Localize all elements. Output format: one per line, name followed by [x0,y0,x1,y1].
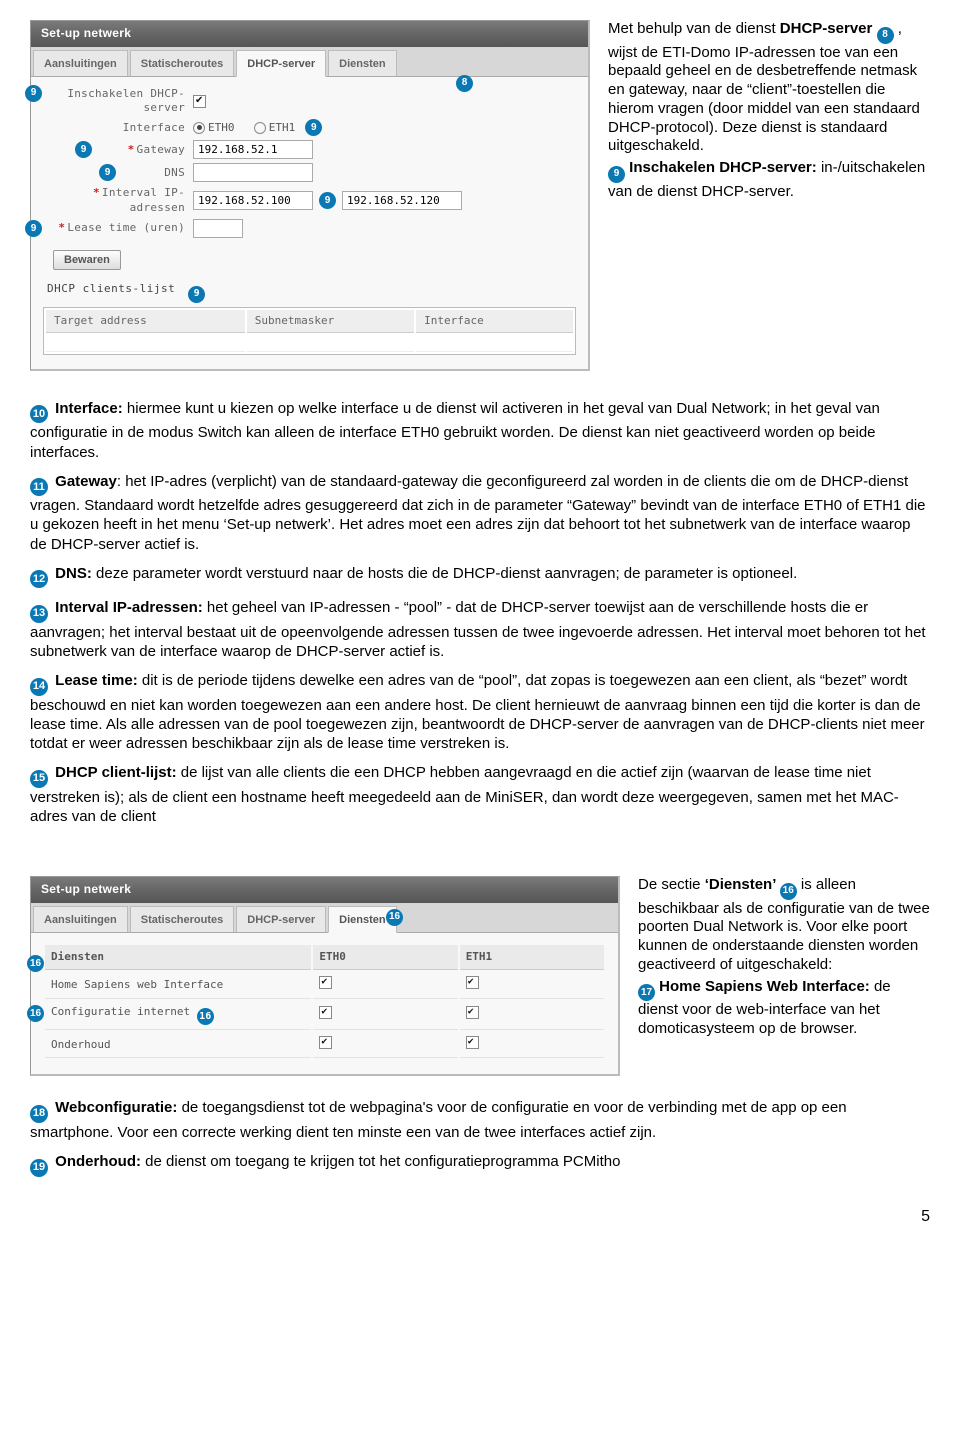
page-number: 5 [30,1207,930,1228]
row-config-internet: Configuratie internet 16 [45,1001,604,1031]
chk-hs-eth0[interactable] [319,976,332,989]
marker-9f: 9 [25,220,42,237]
marker-9a: 9 [25,85,42,102]
clients-table: Target address Subnetmasker Interface [43,307,576,355]
lbl-interface: Interface [43,121,193,135]
radio-eth1[interactable] [254,122,266,134]
col-eth1: ETH1 [460,945,604,970]
tab-connections[interactable]: Aansluitingen [33,50,128,76]
col-eth0: ETH0 [313,945,457,970]
marker-16c: 16 [27,1005,44,1022]
tab-services[interactable]: Diensten [328,50,396,76]
lbl-gateway: Gateway [137,143,185,156]
radio-eth0[interactable] [193,122,205,134]
side-text-dhcp: Met behulp van de dienst DHCP-server 8 ,… [608,20,930,371]
chk-ci-eth0[interactable] [319,1006,332,1019]
clients-list-title: DHCP clients-lijst [47,282,175,295]
chk-hs-eth1[interactable] [466,976,479,989]
enable-checkbox[interactable] [193,95,206,108]
marker-8-text: 8 [877,27,894,44]
tab2-static-routes[interactable]: Statischeroutes [130,906,235,932]
marker-9g: 9 [188,286,205,303]
dhcp-server-panel: Set-up netwerk Aansluitingen Statischero… [30,20,590,371]
marker-9e: 9 [319,192,336,209]
para-15: 15 DHCP client-lijst: de lijst van alle … [30,763,930,826]
lbl-enable: Inschakelen DHCP-server [43,87,193,116]
lbl-lease: Lease time (uren) [67,221,185,234]
lbl-interval: Interval IP-adressen [102,186,185,213]
panel-title: Set-up netwerk [31,21,588,47]
lease-input[interactable] [193,219,243,238]
para-13: 13 Interval IP-adressen: het geheel van … [30,598,930,661]
tabs2: Aansluitingen Statischeroutes DHCP-serve… [31,903,618,933]
services-panel: Set-up netwerk Aansluitingen Statischero… [30,876,620,1076]
para-14: 14 Lease time: dit is de periode tijdens… [30,671,930,753]
col-services: Diensten [45,945,311,970]
para-19: 19 Onderhoud: de dienst om toegang te kr… [30,1152,930,1177]
col-subnet: Subnetmasker [247,310,414,333]
chk-m-eth0[interactable] [319,1036,332,1049]
chk-ci-eth1[interactable] [466,1006,479,1019]
marker-16b: 16 [27,955,44,972]
chk-m-eth1[interactable] [466,1036,479,1049]
row-maintenance: Onderhoud [45,1032,604,1058]
marker-17: 17 [638,984,655,1001]
interval-start-input[interactable] [193,191,313,210]
marker-16-text: 16 [780,883,797,900]
para-18: 18 Webconfiguratie: de toegangsdienst to… [30,1098,930,1142]
tabs: Aansluitingen Statischeroutes DHCP-serve… [31,47,588,77]
marker-9-text: 9 [608,166,625,183]
marker-9b: 9 [305,119,322,136]
col-target: Target address [46,310,245,333]
marker-16a: 16 [386,909,403,926]
gateway-input[interactable] [193,140,313,159]
para-11: 11 Gateway: het IP-adres (verplicht) van… [30,472,930,554]
lbl-dns: DNS [43,166,193,180]
tab-static-routes[interactable]: Statischeroutes [130,50,235,76]
interval-end-input[interactable] [342,191,462,210]
save-button[interactable]: Bewaren [53,250,121,270]
tab2-connections[interactable]: Aansluitingen [33,906,128,932]
marker-16d: 16 [197,1008,214,1025]
tab-dhcp-server[interactable]: DHCP-server [236,50,326,77]
col-iface: Interface [416,310,573,333]
row-home-sapiens: Home Sapiens web Interface [45,972,604,998]
iface-radios[interactable]: ETH0 ETH1 [193,121,295,135]
services-table: Diensten ETH0 ETH1 Home Sapiens web Inte… [43,943,606,1060]
para-10: 10 Interface: hiermee kunt u kiezen op w… [30,399,930,462]
dns-input[interactable] [193,163,313,182]
tab2-dhcp-server[interactable]: DHCP-server [236,906,326,932]
side-text-services: De sectie ‘Diensten’ 16 is alleen beschi… [638,876,930,1076]
para-12: 12 DNS: deze parameter wordt verstuurd n… [30,564,930,589]
panel2-title: Set-up netwerk [31,877,618,903]
